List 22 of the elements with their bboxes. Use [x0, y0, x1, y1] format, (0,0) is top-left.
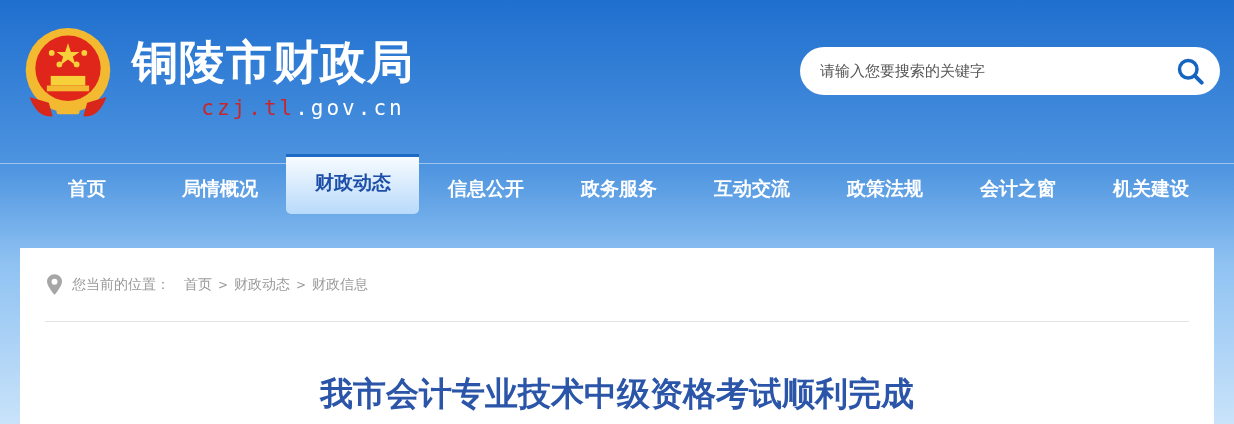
nav-tab[interactable]: 局情概况 [153, 164, 286, 214]
nav-tab[interactable]: 互动交流 [685, 164, 818, 214]
article-title: 我市会计专业技术中级资格考试顺利完成 [318, 373, 915, 415]
domain-accent: czj.tl [201, 96, 296, 120]
site-title: 铜陵市财政局 [132, 34, 414, 90]
breadcrumb-link[interactable]: 财政动态 [234, 275, 291, 294]
breadcrumb-link[interactable]: 财政信息 [312, 275, 369, 294]
breadcrumb-separator: > [296, 277, 307, 292]
breadcrumb-label: 您当前的位置： [72, 275, 170, 294]
domain-suffix: .gov.cn [295, 96, 405, 120]
breadcrumb-separator: > [218, 277, 229, 292]
location-pin-icon [47, 274, 62, 295]
breadcrumb-link[interactable]: 首页 [184, 275, 212, 294]
nav-tab[interactable]: 会计之窗 [951, 164, 1084, 214]
nav-tab[interactable]: 财政动态 [286, 154, 419, 214]
nav-tab[interactable]: 政策法规 [818, 164, 951, 214]
search-icon[interactable] [1176, 57, 1204, 85]
nav-tab[interactable]: 首页 [20, 164, 153, 214]
nav-tab[interactable]: 信息公开 [419, 164, 552, 214]
nav-tab[interactable]: 政务服务 [552, 164, 685, 214]
search-field[interactable]: 请输入您要搜索的关键字 [800, 47, 1220, 95]
nav-tab[interactable]: 机关建设 [1084, 164, 1217, 214]
